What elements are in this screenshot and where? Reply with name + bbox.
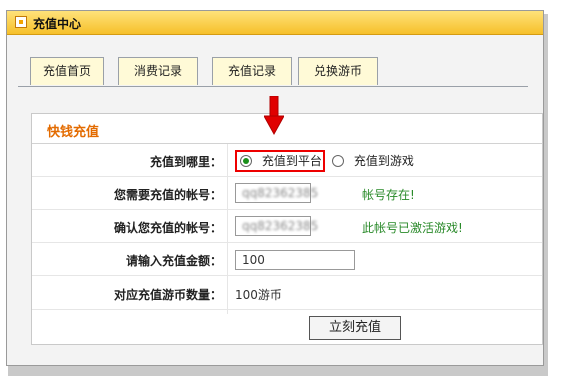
window-icon bbox=[15, 16, 27, 28]
tab-exchange-coins[interactable]: 兑换游币 bbox=[298, 57, 378, 85]
option-game-label: 充值到游戏 bbox=[353, 154, 414, 168]
tab-recharge-records[interactable]: 充值记录 bbox=[212, 57, 292, 85]
account-label: 您需要充值的帐号： bbox=[113, 188, 222, 202]
confirm-account-input[interactable]: qq82362385 bbox=[235, 216, 318, 236]
confirm-account-status: 此帐号已激活游戏! bbox=[362, 221, 463, 235]
account-input[interactable]: qq82362385 bbox=[235, 183, 318, 203]
row-account: 您需要充值的帐号： qq82362385 帐号存在! bbox=[32, 177, 542, 210]
kuaiqian-recharge-form: 快钱充值 充值到哪里： 充值到平台 充值到游戏 您需要充值的帐号： qq8236… bbox=[31, 113, 543, 345]
account-status: 帐号存在! bbox=[362, 188, 415, 202]
recharge-center-panel: 充值中心 充值首页 消费记录 充值记录 兑换游币 快钱充值 充值到哪里： 充值到… bbox=[6, 10, 544, 366]
amount-label: 请输入充值金额： bbox=[125, 254, 222, 268]
down-arrow-icon bbox=[264, 96, 284, 136]
row-confirm-account: 确认您充值的帐号： qq82362385 此帐号已激活游戏! bbox=[32, 210, 542, 243]
row-amount: 请输入充值金额： 100 bbox=[32, 243, 542, 276]
window-title: 充值中心 bbox=[33, 17, 82, 31]
recharge-to-label: 充值到哪里： bbox=[149, 155, 222, 169]
tab-recharge-home[interactable]: 充值首页 bbox=[30, 57, 104, 85]
form-header: 快钱充值 bbox=[32, 114, 542, 144]
radio-game[interactable] bbox=[332, 154, 344, 167]
row-coins: 对应充值游币数量： 100游币 bbox=[32, 276, 542, 310]
confirm-account-label: 确认您充值的帐号： bbox=[113, 221, 222, 235]
submit-recharge-button[interactable]: 立刻充值 bbox=[309, 316, 401, 340]
tab-divider bbox=[18, 86, 528, 87]
option-game[interactable]: 充值到游戏 bbox=[332, 152, 414, 169]
coins-label: 对应充值游币数量： bbox=[113, 288, 222, 302]
amount-input[interactable]: 100 bbox=[235, 250, 355, 270]
section-title: 快钱充值 bbox=[47, 125, 100, 140]
account-input-value: qq82362385 bbox=[242, 186, 319, 200]
coins-value: 100游币 bbox=[235, 288, 282, 302]
platform-highlight-box bbox=[235, 150, 325, 172]
tab-consumption-records[interactable]: 消费记录 bbox=[118, 57, 198, 85]
confirm-account-input-value: qq82362385 bbox=[242, 219, 319, 233]
title-bar: 充值中心 bbox=[7, 11, 543, 35]
